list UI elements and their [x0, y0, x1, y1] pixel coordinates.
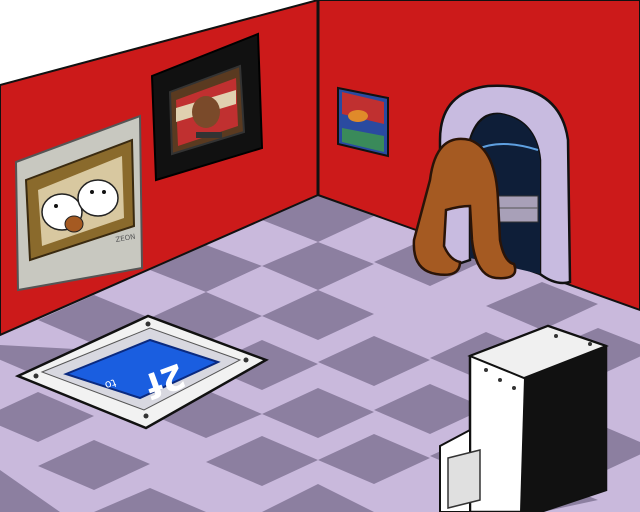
- painting-small[interactable]: [337, 86, 389, 158]
- room-canvas: ZEON 2f to: [0, 0, 640, 512]
- game-scene: ZEON 2f to: [0, 0, 640, 512]
